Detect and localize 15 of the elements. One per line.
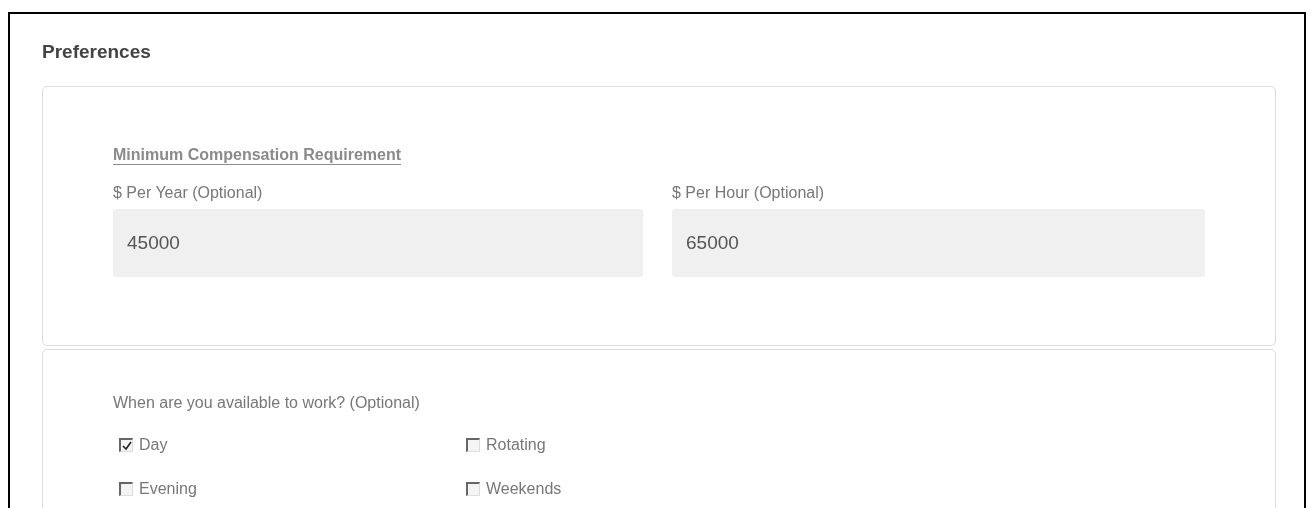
checkbox[interactable]	[466, 482, 480, 496]
input-field[interactable]: 45000	[113, 209, 643, 277]
checkbox[interactable]	[119, 482, 133, 496]
checkbox[interactable]	[119, 438, 133, 452]
section-heading: Preferences	[42, 40, 152, 64]
checkbox-label: Evening	[139, 479, 197, 499]
input-field[interactable]: 65000	[672, 209, 1205, 277]
checkbox-label: Weekends	[486, 479, 562, 499]
section-title: Minimum Compensation Requirement	[113, 145, 402, 165]
field-label: $ Per Hour (Optional)	[672, 183, 826, 203]
checkbox-label: Rotating	[486, 435, 546, 455]
checkbox[interactable]	[466, 438, 480, 452]
question-label: When are you available to work? (Optional)	[113, 393, 421, 413]
field-label: $ Per Year (Optional)	[113, 183, 264, 203]
checkbox-label: Day	[139, 435, 168, 455]
